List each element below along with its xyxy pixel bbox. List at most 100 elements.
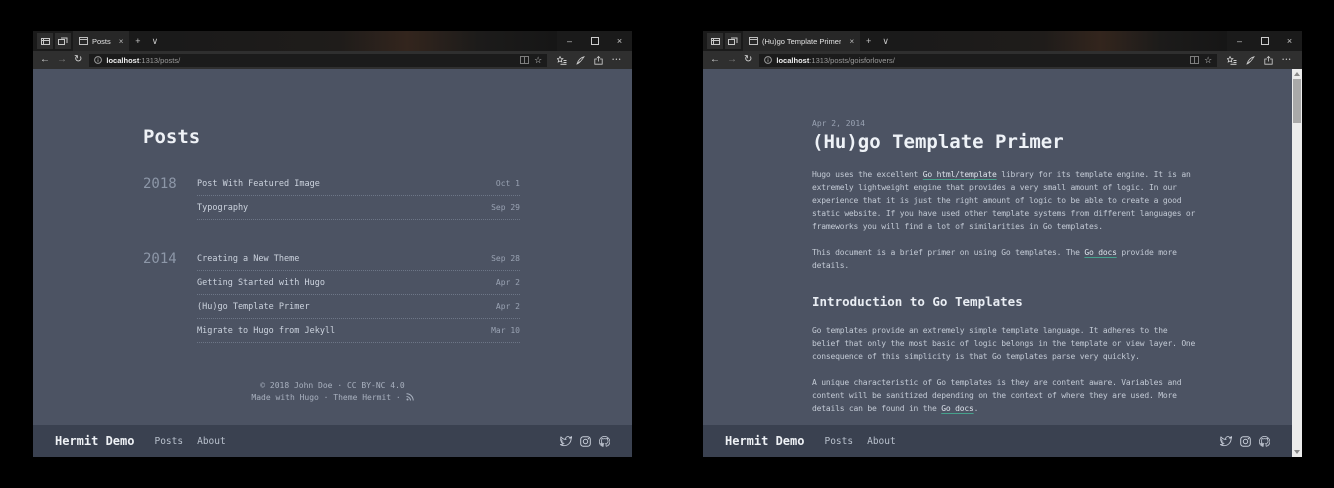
window-close-button[interactable]: × <box>1277 31 1302 51</box>
nav-link-posts[interactable]: Posts <box>824 436 853 447</box>
new-tab-button[interactable]: + <box>129 31 146 51</box>
page-scrollbar[interactable] <box>1292 69 1302 457</box>
scrollbar-thumb[interactable] <box>1293 79 1301 123</box>
set-tabs-aside-button[interactable] <box>707 33 723 49</box>
tab-list-dropdown-button[interactable]: ∨ <box>877 31 894 51</box>
tab-close-button[interactable]: × <box>845 37 854 46</box>
go-docs-link[interactable]: Go docs <box>1084 248 1116 257</box>
tab-list-dropdown-button[interactable]: ∨ <box>146 31 163 51</box>
web-notes-pen-icon[interactable] <box>1246 56 1255 65</box>
go-docs-link[interactable]: Go docs <box>941 404 973 413</box>
reading-view-icon[interactable] <box>1190 56 1199 64</box>
post-list-item[interactable]: Typography Sep 29 <box>197 196 520 220</box>
post-list-item[interactable]: Creating a New Theme Sep 28 <box>197 247 520 271</box>
twitter-icon[interactable] <box>560 436 572 447</box>
back-button[interactable]: ← <box>710 55 720 65</box>
share-icon[interactable] <box>594 56 603 65</box>
site-footer: © 2018 John Doe · CC BY-NC 4.0 Made with… <box>33 380 632 404</box>
web-notes-pen-icon[interactable] <box>576 56 585 65</box>
forward-button[interactable]: → <box>57 55 67 65</box>
set-tabs-aside-icon <box>711 37 720 46</box>
address-bar[interactable]: localhost:1313/posts/ ☆ <box>89 54 547 67</box>
post-list-item[interactable]: (Hu)go Template Primer Apr 2 <box>197 295 520 319</box>
instagram-icon[interactable] <box>1240 436 1251 447</box>
window-close-button[interactable]: × <box>607 31 632 51</box>
site-info-button[interactable] <box>764 56 772 64</box>
browser-window-posts: Posts × + ∨ – × ← → ↻ localhost:1313/pos… <box>33 31 632 457</box>
post-title-link[interactable]: Typography <box>197 203 248 213</box>
scrollbar-track[interactable] <box>1292 79 1302 447</box>
site-info-button[interactable] <box>94 56 102 64</box>
rss-icon[interactable] <box>406 393 414 401</box>
nav-link-posts[interactable]: Posts <box>154 436 183 447</box>
section-heading-introduction: Introduction to Go Templates <box>812 294 1198 309</box>
forward-button[interactable]: → <box>727 55 737 65</box>
site-brand-link[interactable]: Hermit Demo <box>55 434 134 448</box>
add-favorite-star-button[interactable]: ☆ <box>534 56 542 65</box>
refresh-button[interactable]: ↻ <box>74 55 82 65</box>
navigation-bar: ← → ↻ localhost:1313/posts/goisforlovers… <box>703 51 1302 69</box>
favorites-hub-icon[interactable] <box>557 56 567 65</box>
post-year-group: 2014 Creating a New Theme Sep 28 Getting… <box>143 247 520 343</box>
article-date: Apr 2, 2014 <box>812 119 1198 128</box>
tabs-set-aside-button[interactable] <box>55 33 71 49</box>
post-date: Apr 2 <box>496 302 520 311</box>
navigation-bar: ← → ↻ localhost:1313/posts/ ☆ ••• <box>33 51 632 69</box>
set-tabs-aside-button[interactable] <box>37 33 53 49</box>
tabs-set-aside-button[interactable] <box>725 33 741 49</box>
url-path: :1313/posts/ <box>139 56 180 65</box>
twitter-icon[interactable] <box>1220 436 1232 447</box>
favorites-hub-icon[interactable] <box>1227 56 1237 65</box>
go-html-template-link[interactable]: Go html/template <box>923 170 997 179</box>
refresh-button[interactable]: ↻ <box>744 55 752 65</box>
post-date: Sep 29 <box>491 203 520 212</box>
url-text: localhost:1313/posts/ <box>106 56 516 65</box>
post-list-item[interactable]: Post With Featured Image Oct 1 <box>197 172 520 196</box>
site-brand-link[interactable]: Hermit Demo <box>725 434 804 448</box>
address-bar[interactable]: localhost:1313/posts/goisforlovers/ ☆ <box>759 54 1217 67</box>
info-icon <box>94 56 102 64</box>
scrollbar-down-button[interactable] <box>1292 447 1302 457</box>
share-icon[interactable] <box>1264 56 1273 65</box>
post-title-link[interactable]: Getting Started with Hugo <box>197 278 325 288</box>
post-title-link[interactable]: Migrate to Hugo from Jekyll <box>197 326 335 336</box>
more-options-button[interactable]: ••• <box>1282 57 1292 63</box>
reading-view-icon[interactable] <box>520 56 529 64</box>
browser-tab[interactable]: (Hu)go Template Primer × <box>743 31 860 51</box>
nav-link-about[interactable]: About <box>197 436 226 447</box>
tab-favicon <box>79 37 88 45</box>
tab-title: Posts <box>92 37 111 46</box>
browser-window-article: (Hu)go Template Primer × + ∨ – × ← → ↻ l… <box>703 31 1302 457</box>
post-title-link[interactable]: Creating a New Theme <box>197 254 299 264</box>
page-title: Posts <box>143 126 520 148</box>
post-title-link[interactable]: Post With Featured Image <box>197 179 320 189</box>
maximize-icon <box>591 37 599 45</box>
github-icon[interactable] <box>1259 436 1270 447</box>
title-bar-drag-area <box>894 31 1227 51</box>
new-tab-button[interactable]: + <box>860 31 877 51</box>
more-options-button[interactable]: ••• <box>612 57 622 63</box>
article-paragraph: Hugo uses the excellent Go html/template… <box>812 168 1198 233</box>
nav-link-about[interactable]: About <box>867 436 896 447</box>
article-paragraph: Go templates provide an extremely simple… <box>812 324 1198 363</box>
tab-close-button[interactable]: × <box>115 37 124 46</box>
post-date: Apr 2 <box>496 278 520 287</box>
minimize-button[interactable]: – <box>1227 31 1252 51</box>
back-button[interactable]: ← <box>40 55 50 65</box>
post-list-item[interactable]: Migrate to Hugo from Jekyll Mar 10 <box>197 319 520 343</box>
instagram-icon[interactable] <box>580 436 591 447</box>
add-favorite-star-button[interactable]: ☆ <box>1204 56 1212 65</box>
post-list-item[interactable]: Getting Started with Hugo Apr 2 <box>197 271 520 295</box>
tabs-set-aside-icon <box>58 37 68 46</box>
article-paragraph: This document is a brief primer on using… <box>812 246 1198 272</box>
scrollbar-up-button[interactable] <box>1292 69 1302 79</box>
github-icon[interactable] <box>599 436 610 447</box>
post-date: Mar 10 <box>491 326 520 335</box>
browser-tab[interactable]: Posts × <box>73 31 129 51</box>
post-date: Sep 28 <box>491 254 520 263</box>
maximize-button[interactable] <box>1252 31 1277 51</box>
chevron-up-icon <box>1294 72 1300 76</box>
maximize-button[interactable] <box>582 31 607 51</box>
minimize-button[interactable]: – <box>557 31 582 51</box>
post-title-link[interactable]: (Hu)go Template Primer <box>197 302 310 312</box>
